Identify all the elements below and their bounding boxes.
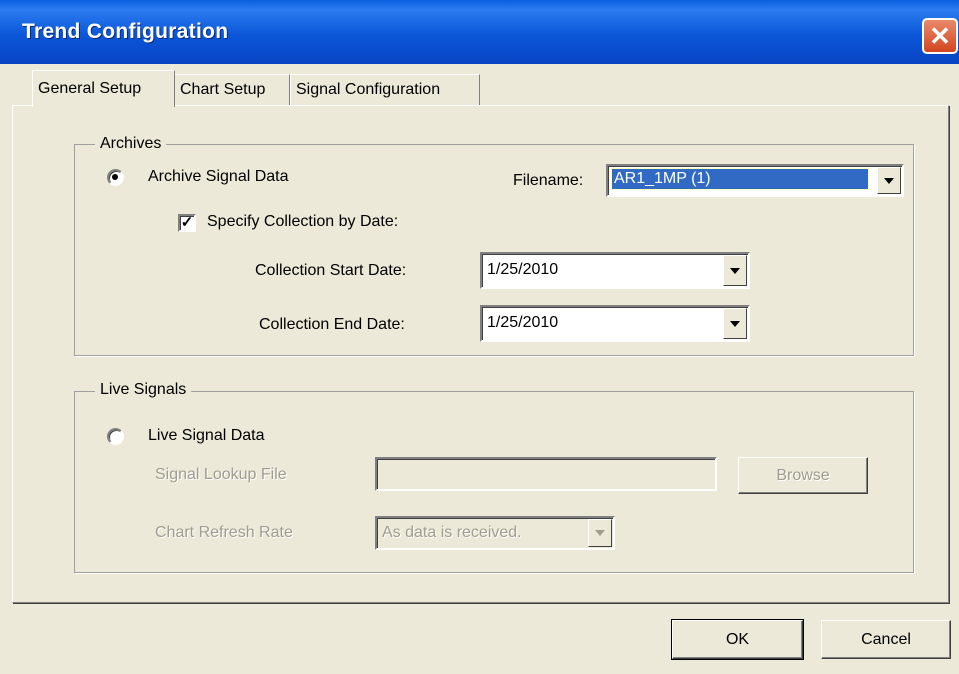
signal-lookup-input[interactable]: [375, 457, 717, 491]
close-icon: ✕: [929, 21, 951, 51]
filename-dropdown[interactable]: AR1_1MP (1): [606, 164, 904, 197]
live-signal-radio[interactable]: [107, 428, 124, 445]
dropdown-button[interactable]: [723, 308, 747, 339]
tab-panel: Archives Archive Signal Data Filename: A…: [12, 105, 949, 603]
tab-label: Signal Configuration: [296, 81, 441, 98]
chevron-down-icon: [730, 320, 740, 327]
refresh-rate-dropdown[interactable]: As data is received.: [375, 516, 615, 550]
cancel-button-label: Cancel: [861, 630, 911, 648]
refresh-rate-value: As data is received.: [382, 524, 522, 541]
title-bar[interactable]: Trend Configuration ✕: [0, 0, 959, 64]
filename-value: AR1_1MP (1): [611, 168, 869, 190]
end-date-label: Collection End Date:: [259, 316, 405, 333]
check-icon: ✓: [180, 214, 194, 231]
chevron-down-icon: [884, 177, 894, 184]
dialog-body: Chart Setup Signal Configuration General…: [3, 64, 956, 674]
chevron-down-icon: [730, 267, 740, 274]
start-date-picker[interactable]: 1/25/2010: [480, 252, 750, 289]
archive-signal-label: Archive Signal Data: [148, 168, 289, 185]
refresh-rate-label: Chart Refresh Rate: [155, 524, 293, 541]
chevron-down-icon: [595, 530, 605, 536]
end-date-value: 1/25/2010: [487, 314, 559, 331]
tab-label: General Setup: [38, 80, 142, 97]
browse-button-label: Browse: [776, 466, 830, 484]
specify-date-checkbox[interactable]: ✓: [178, 214, 196, 232]
cancel-button[interactable]: Cancel: [821, 620, 951, 659]
tab-chart-setup[interactable]: Chart Setup: [174, 74, 290, 105]
start-date-label: Collection Start Date:: [255, 262, 407, 279]
ok-button-label: OK: [725, 630, 750, 648]
signal-lookup-label: Signal Lookup File: [155, 466, 287, 483]
archives-group-label: Archives: [95, 135, 167, 153]
close-button[interactable]: ✕: [922, 18, 958, 54]
tab-signal-configuration[interactable]: Signal Configuration: [290, 74, 480, 105]
end-date-picker[interactable]: 1/25/2010: [480, 305, 750, 342]
live-signals-group-label: Live Signals: [95, 381, 192, 399]
start-date-value: 1/25/2010: [487, 261, 559, 278]
tab-label: Chart Setup: [180, 81, 266, 98]
specify-date-label: Specify Collection by Date:: [207, 213, 399, 230]
dropdown-button[interactable]: [588, 519, 612, 547]
ok-button[interactable]: OK: [671, 619, 804, 660]
window-title: Trend Configuration: [22, 20, 229, 43]
radio-dot: [112, 174, 118, 180]
live-signal-label: Live Signal Data: [148, 427, 265, 444]
filename-label: Filename:: [513, 172, 584, 189]
dropdown-button[interactable]: [877, 167, 901, 194]
archive-signal-radio[interactable]: [107, 169, 124, 186]
tab-general-setup[interactable]: General Setup: [32, 70, 175, 107]
dropdown-button[interactable]: [723, 255, 747, 286]
browse-button[interactable]: Browse: [738, 457, 868, 494]
